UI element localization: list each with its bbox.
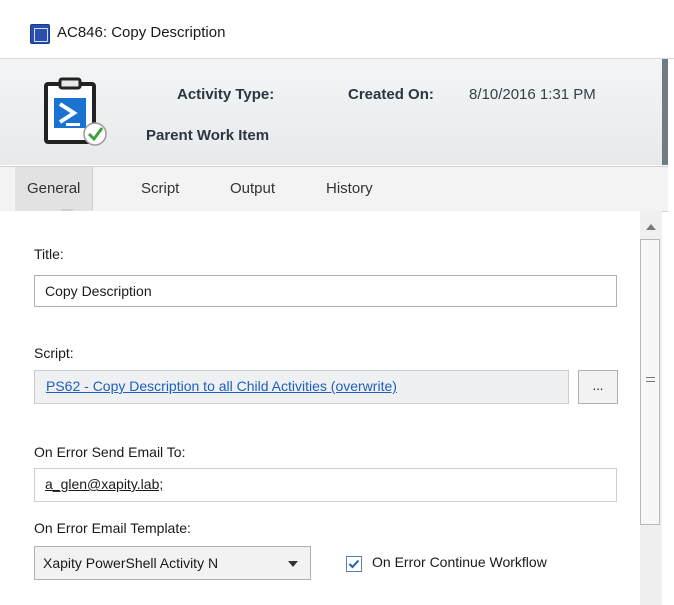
created-on-value: 8/10/2016 1:31 PM xyxy=(469,86,596,103)
continue-workflow-checkbox[interactable] xyxy=(346,556,362,572)
email-template-value: Xapity PowerShell Activity N xyxy=(43,555,219,571)
window-title: AC846: Copy Description xyxy=(57,24,226,41)
title-bar: AC846: Copy Description xyxy=(0,0,674,59)
browse-script-button[interactable]: ... xyxy=(578,370,618,404)
checkmark-icon xyxy=(348,559,360,569)
script-link-field: PS62 - Copy Description to all Child Act… xyxy=(34,370,569,404)
script-label: Script: xyxy=(34,345,74,361)
chevron-down-icon xyxy=(288,561,298,567)
continue-workflow-label: On Error Continue Workflow xyxy=(372,554,547,570)
title-label: Title: xyxy=(34,246,64,262)
email-field[interactable]: a_glen@xapity.lab; xyxy=(34,468,617,502)
header-divider xyxy=(662,59,668,165)
tab-output[interactable]: Output xyxy=(218,167,287,211)
grip-line xyxy=(646,381,655,382)
tab-general[interactable]: General xyxy=(15,167,94,211)
template-label: On Error Email Template: xyxy=(34,520,191,536)
created-on-label: Created On: xyxy=(348,86,434,103)
email-label: On Error Send Email To: xyxy=(34,444,186,460)
tab-script[interactable]: Script xyxy=(129,167,191,211)
powershell-app-icon xyxy=(30,24,50,44)
tab-history[interactable]: History xyxy=(314,167,385,211)
scroll-up-arrow-icon[interactable] xyxy=(646,224,656,230)
script-link[interactable]: PS62 - Copy Description to all Child Act… xyxy=(46,378,397,394)
email-template-select[interactable]: Xapity PowerShell Activity N xyxy=(34,546,311,580)
activity-window: AC846: Copy Description Activity Type: P… xyxy=(0,0,674,605)
activity-type-label: Activity Type: xyxy=(177,86,275,103)
grip-line xyxy=(646,377,655,378)
powershell-activity-icon xyxy=(44,77,107,146)
tab-bar: General Script Output History xyxy=(0,166,668,212)
email-recipient[interactable]: a_glen@xapity.lab; xyxy=(45,476,163,492)
title-input[interactable]: Copy Description xyxy=(34,275,617,307)
parent-work-item-label: Parent Work Item xyxy=(146,127,270,144)
scrollbar-thumb[interactable] xyxy=(640,239,660,525)
